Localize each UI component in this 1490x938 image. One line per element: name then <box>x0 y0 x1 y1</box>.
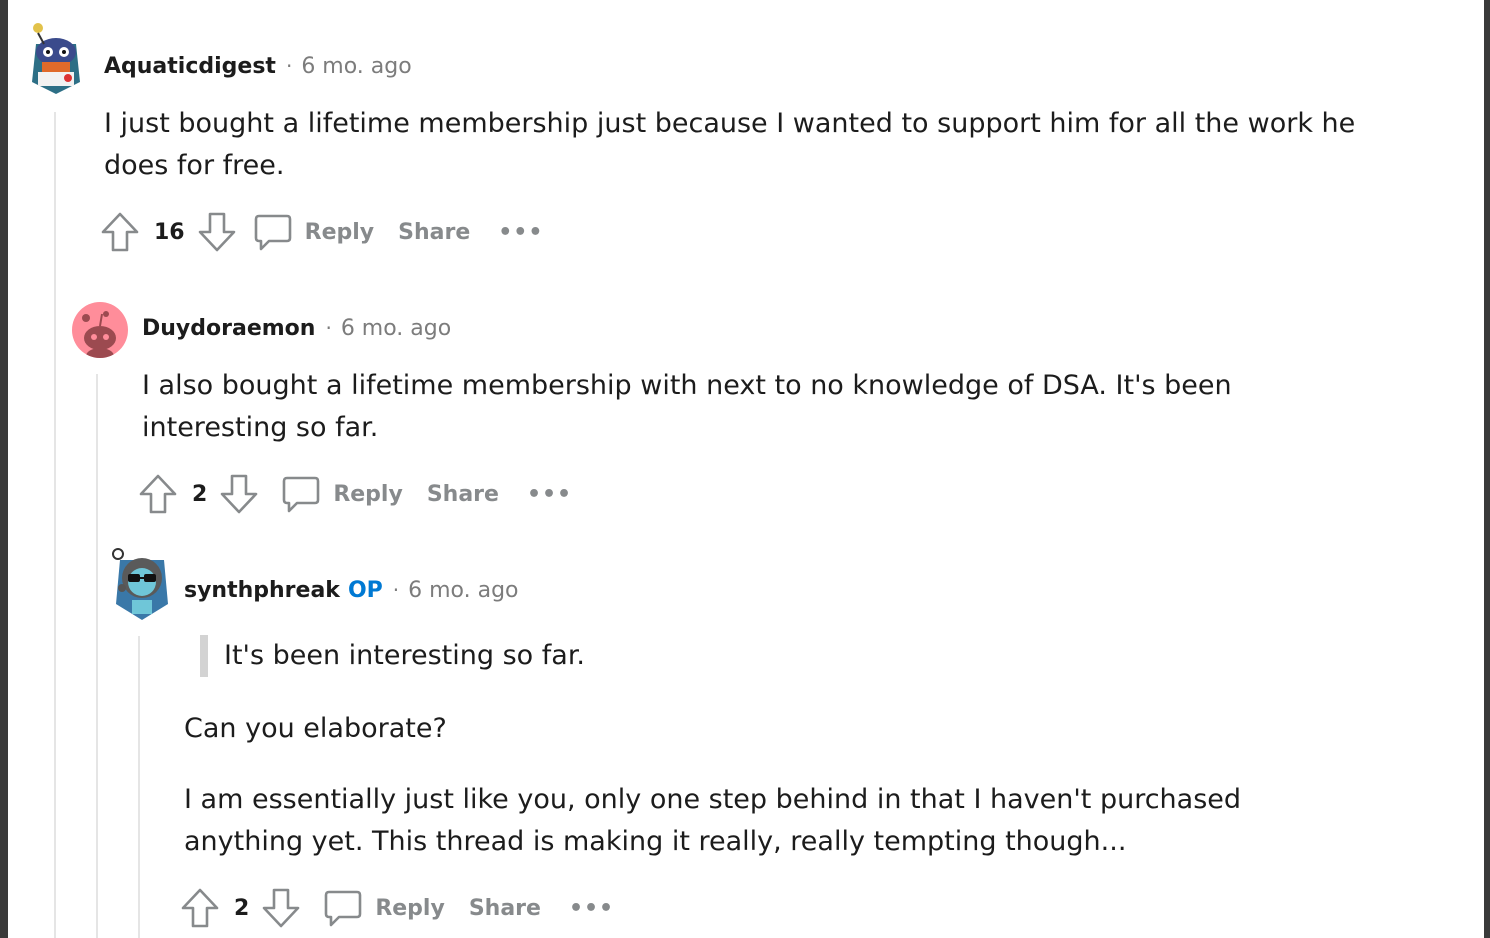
avatar[interactable] <box>72 302 128 358</box>
avatar[interactable] <box>110 546 174 622</box>
comment-body: I also bought a lifetime membership with… <box>142 370 1232 443</box>
author-name[interactable]: Aquaticdigest <box>104 54 276 79</box>
more-options-button[interactable]: ••• <box>527 482 572 507</box>
thread-line[interactable] <box>138 636 140 938</box>
downvote-button[interactable] <box>197 211 237 253</box>
arrow-down-icon <box>221 474 258 514</box>
meta-separator: · <box>392 578 400 602</box>
comment-paragraph: Can you elaborate? <box>184 713 447 744</box>
share-button[interactable]: Share <box>469 896 541 921</box>
comment-meta: Aquaticdigest · 6 mo. ago <box>104 54 412 79</box>
comment-actions: 2 Reply Share ••• <box>138 472 572 516</box>
reply-label: Reply <box>333 481 403 507</box>
upvote-button[interactable] <box>138 473 178 515</box>
more-options-button[interactable]: ••• <box>569 896 614 921</box>
meta-separator: · <box>285 54 293 78</box>
vote-score: 2 <box>192 481 208 507</box>
comment-actions: 2 Reply Share ••• <box>180 886 614 930</box>
arrow-down-icon <box>198 212 235 252</box>
arrow-up-icon <box>181 888 219 928</box>
timestamp[interactable]: 6 mo. ago <box>301 54 411 79</box>
comment-body: I just bought a lifetime membership just… <box>104 108 1356 181</box>
meta-separator: · <box>325 316 332 340</box>
reply-label: Reply <box>375 895 445 921</box>
timestamp[interactable]: 6 mo. ago <box>341 316 451 341</box>
upvote-button[interactable] <box>100 211 140 253</box>
reply-button[interactable]: Reply <box>281 474 403 514</box>
arrow-up-icon <box>139 474 177 514</box>
author-name[interactable]: Duydoraemon <box>142 316 315 341</box>
share-button[interactable]: Share <box>427 482 499 507</box>
op-badge: OP <box>347 578 383 603</box>
comment-bubble-icon <box>283 476 320 513</box>
share-button[interactable]: Share <box>398 220 470 245</box>
blockquote: It's been interesting so far. <box>200 635 585 677</box>
thread-line[interactable] <box>96 374 98 938</box>
arrow-up-icon <box>101 212 139 252</box>
vote-score: 2 <box>234 895 250 921</box>
comment-bubble-icon <box>325 890 362 927</box>
downvote-button[interactable] <box>261 887 301 929</box>
author-name[interactable]: synthphreak <box>184 578 340 603</box>
reply-button[interactable]: Reply <box>323 888 445 928</box>
upvote-button[interactable] <box>180 887 220 929</box>
avatar-icon <box>32 23 80 94</box>
window-edge-right <box>1484 0 1490 938</box>
vote-score: 16 <box>154 219 185 245</box>
comment-meta: Duydoraemon · 6 mo. ago <box>142 316 451 341</box>
window-edge-left <box>0 0 8 938</box>
reply-button[interactable]: Reply <box>253 212 375 252</box>
downvote-button[interactable] <box>219 473 259 515</box>
comment-meta: synthphreak OP · 6 mo. ago <box>184 578 519 603</box>
comment-bubble-icon <box>254 214 291 251</box>
reddit-snoo-icon <box>82 311 116 358</box>
comment-paragraph: I am essentially just like you, only one… <box>184 784 1242 857</box>
thread-line[interactable] <box>54 112 56 938</box>
timestamp[interactable]: 6 mo. ago <box>408 578 518 603</box>
avatar-icon <box>112 548 168 620</box>
more-options-button[interactable]: ••• <box>498 220 543 245</box>
arrow-down-icon <box>263 888 300 928</box>
comment-actions: 16 Reply Share ••• <box>100 210 543 254</box>
reply-label: Reply <box>304 219 375 245</box>
avatar[interactable] <box>28 22 84 96</box>
